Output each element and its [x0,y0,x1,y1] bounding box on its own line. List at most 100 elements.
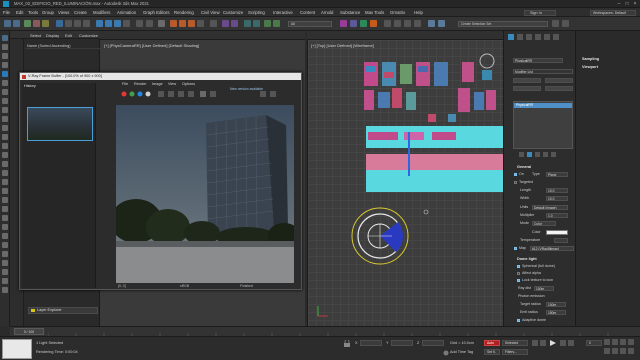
make-unique-icon[interactable] [535,152,540,157]
angle-snap-icon[interactable] [179,20,186,27]
lock-selection-icon[interactable] [342,340,352,348]
color-swatch[interactable] [546,230,568,235]
maxscript-listener[interactable] [2,339,32,359]
create-selection-set-dropdown[interactable]: Create Selection Set [458,21,548,27]
auto-key-button[interactable]: Auto [484,340,500,346]
tool-icon-1[interactable] [2,35,8,41]
menu-civil-view[interactable]: Civil View [201,10,220,15]
vray-camera-icon[interactable] [404,20,411,27]
spherical-checkbox[interactable] [517,265,520,268]
tool-icon-29[interactable] [2,287,8,293]
tool-icon-3[interactable] [2,53,8,59]
tool-icon-28[interactable] [2,278,8,284]
window-crossing-icon[interactable] [83,20,90,27]
blue-channel-icon[interactable] [137,91,143,97]
key-filter-selected-dropdown[interactable]: Selected [502,340,528,346]
tab-edit[interactable]: Edit [65,33,72,38]
tool-icon-25[interactable] [2,251,8,257]
show-end-result-icon[interactable] [527,152,532,157]
tool-icon-6[interactable] [2,80,8,86]
key-filters-button[interactable]: Filters... [502,349,528,355]
selection-filter-dropdown[interactable]: All [288,21,332,27]
display-tab-icon[interactable] [544,34,550,40]
undo-icon[interactable] [4,20,11,27]
pin-stack-icon[interactable] [519,152,524,157]
dome-light-gizmo[interactable] [351,207,409,265]
tab-customize[interactable]: Customize [79,33,98,38]
rendered-frame-window-icon[interactable] [360,20,367,27]
current-frame-field[interactable]: 0 [586,340,602,346]
schematic-view-icon[interactable] [273,20,280,27]
tool-icon-9[interactable] [2,107,8,113]
add-time-tag-icon[interactable] [442,349,450,357]
tool-icon-24[interactable] [2,242,8,248]
tool-icon-4[interactable] [2,62,8,68]
zoom-extents-icon[interactable] [620,339,626,345]
menu-views[interactable]: Views [58,10,69,15]
menu-graph-editors[interactable]: Graph Editors [143,10,170,15]
vray-light-icon[interactable] [394,20,401,27]
snaps-2d-icon[interactable] [438,20,445,27]
tool-icon-27[interactable] [2,269,8,275]
layer-explorer-icon[interactable] [253,20,260,27]
units-dropdown[interactable]: Default (image) [532,205,568,210]
goto-end-icon[interactable] [568,340,574,346]
tool-icon-7[interactable] [2,89,8,95]
general-section-title[interactable]: General [517,165,531,169]
select-manipulate-icon[interactable] [158,20,165,27]
close-icon[interactable]: × [632,1,638,7]
camera-viewport-label[interactable]: [+] [PhysCameraRR] [User Defined] [Defau… [104,43,199,48]
top-viewport[interactable]: [+] [Top] [User Defined] [Wireframe] [307,40,504,326]
vray-toolbar-icon[interactable] [384,20,391,27]
tool-icon-23[interactable] [2,233,8,239]
tool-icon-18[interactable] [2,188,8,194]
render-production-icon[interactable] [370,20,377,27]
keyboard-shortcut-icon[interactable] [428,20,435,27]
zoom-all-icon[interactable] [612,339,618,345]
tool-icon-8[interactable] [2,98,8,104]
adaptive-dome-checkbox[interactable] [517,319,520,322]
tab-select[interactable]: Select [30,33,41,38]
tool-icon-16[interactable] [2,170,8,176]
reference-coord-icon[interactable] [136,20,143,27]
set-key-button[interactable]: Set K. [484,349,500,355]
render-image[interactable] [116,105,294,283]
scale-icon[interactable] [114,20,121,27]
zoom-extents-all-icon[interactable] [628,339,634,345]
tool-icon-17[interactable] [2,179,8,185]
compare-icon[interactable] [270,91,276,97]
rotate-icon[interactable] [105,20,112,27]
modifier-button-3[interactable] [513,86,541,91]
minimize-icon[interactable]: – [616,1,622,7]
region-select-icon[interactable] [74,20,81,27]
save-image-icon[interactable] [158,91,164,97]
track-mouse-icon[interactable] [188,91,194,97]
texture-checkbox[interactable] [514,247,517,250]
goto-start-icon[interactable] [532,340,538,346]
menu-arnold[interactable]: Arnold [321,10,333,15]
menu-ornatrix[interactable]: Ornatrix [390,10,405,15]
menu-rendering[interactable]: Rendering [174,10,194,15]
workspace-dropdown[interactable]: Workspaces: Default [590,9,636,16]
timeline[interactable]: 0 / 100 [10,326,640,337]
tool-icon-26[interactable] [2,260,8,266]
tool-icon-11[interactable] [2,125,8,131]
move-icon[interactable] [96,20,103,27]
redo-icon[interactable] [13,20,20,27]
clear-image-icon[interactable] [168,91,174,97]
tool-icon-10[interactable] [2,116,8,122]
tool-icon-12[interactable] [2,134,8,140]
tab-display[interactable]: Display [46,33,59,38]
region-render-icon[interactable] [178,91,184,97]
bind-space-warp-icon[interactable] [42,20,49,27]
vfb-menu-render[interactable]: Render [134,82,146,86]
red-channel-icon[interactable] [121,91,127,97]
modifier-button-4[interactable] [545,86,573,91]
texture-map-button[interactable]: #12 (VRayBitmap) [530,246,574,251]
orbit-icon[interactable] [620,348,626,354]
x-coordinate-field[interactable] [360,340,382,346]
history-thumbnail[interactable] [27,107,93,141]
menu-modifiers[interactable]: Modifiers [93,10,110,15]
align-icon[interactable] [231,20,238,27]
maximize-icon[interactable]: □ [624,1,630,7]
